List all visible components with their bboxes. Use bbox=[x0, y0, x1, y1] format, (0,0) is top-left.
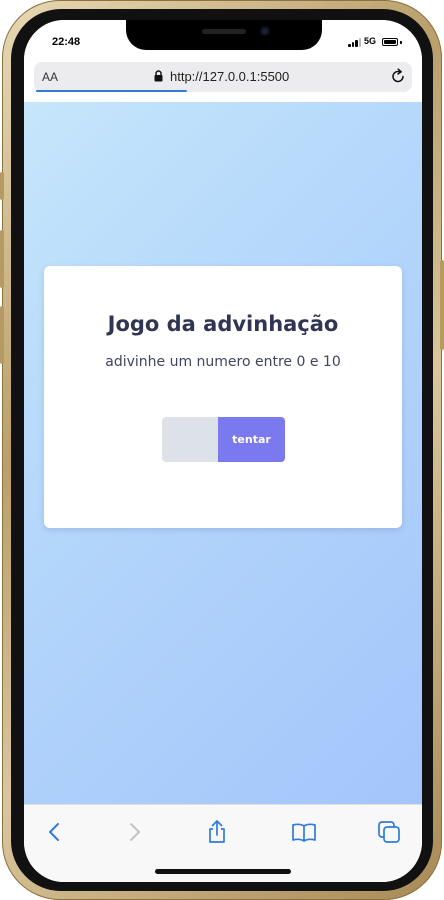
home-indicator[interactable] bbox=[155, 869, 291, 874]
network-type: 5G bbox=[364, 36, 377, 46]
page-load-progress bbox=[36, 90, 187, 92]
signal-icon bbox=[348, 38, 362, 47]
reload-icon[interactable] bbox=[390, 68, 406, 84]
forward-icon[interactable] bbox=[121, 819, 147, 845]
game-title: Jogo da advinhação bbox=[107, 312, 339, 336]
front-camera bbox=[260, 26, 270, 36]
battery-cap bbox=[400, 41, 402, 44]
speaker-grille bbox=[202, 29, 246, 34]
game-instructions: adivinhe um numero entre 0 e 10 bbox=[105, 354, 341, 370]
back-icon[interactable] bbox=[42, 819, 68, 845]
tabs-icon[interactable] bbox=[376, 819, 402, 845]
address-bar[interactable]: AA http://127.0.0.1:5500 bbox=[34, 62, 412, 92]
battery-level bbox=[384, 40, 396, 44]
share-icon[interactable] bbox=[204, 819, 230, 845]
web-page: Jogo da advinhação adivinhe um numero en… bbox=[24, 102, 422, 804]
text-size-button[interactable]: AA bbox=[42, 70, 58, 84]
status-bar: 22:48 5G bbox=[24, 20, 422, 64]
guess-input[interactable] bbox=[162, 417, 218, 462]
side-button bbox=[0, 172, 4, 200]
try-button[interactable]: tentar bbox=[218, 417, 285, 462]
battery-icon bbox=[382, 38, 398, 46]
volume-up-button bbox=[0, 230, 4, 288]
url-text[interactable]: http://127.0.0.1:5500 bbox=[170, 69, 289, 84]
status-time: 22:48 bbox=[52, 36, 81, 48]
notch bbox=[126, 20, 322, 50]
bookmarks-icon[interactable] bbox=[291, 819, 317, 845]
volume-down-button bbox=[0, 306, 4, 364]
phone-screen: 22:48 5G AA http://127.0.0.1:5500 Jogo d… bbox=[24, 20, 422, 882]
lock-icon bbox=[154, 70, 163, 82]
power-button bbox=[440, 260, 444, 350]
game-card: Jogo da advinhação adivinhe um numero en… bbox=[44, 266, 402, 528]
